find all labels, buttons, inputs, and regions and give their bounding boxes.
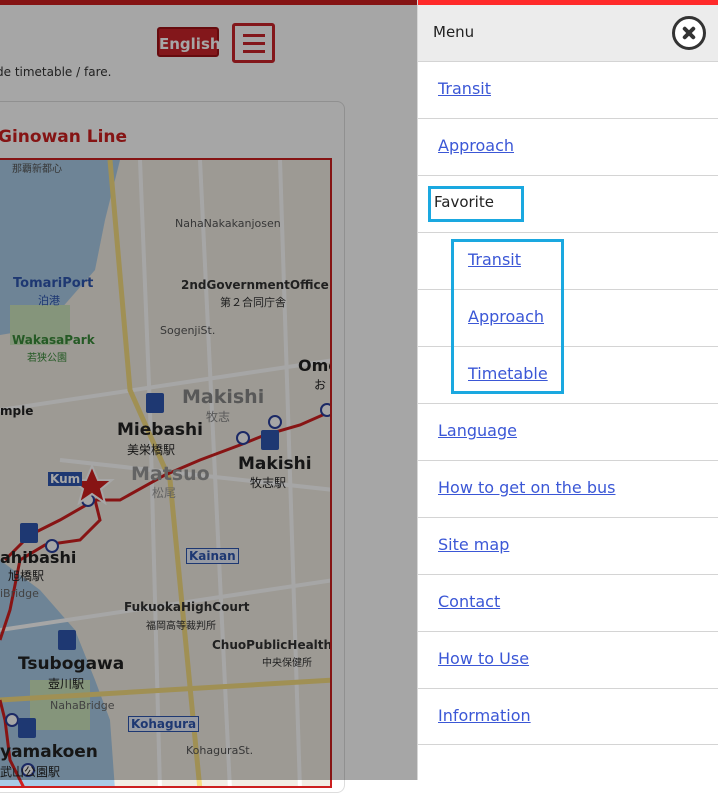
menu-item-site-map[interactable]: Site map [418,517,718,574]
menu-item-how-to-get-on[interactable]: How to get on the bus [418,460,718,517]
menu-item-transit[interactable]: Transit [418,61,718,118]
menu-link[interactable]: Transit [438,79,491,98]
menu-link[interactable]: Contact [438,592,500,611]
menu-link[interactable]: Information [438,706,531,725]
menu-link[interactable]: Site map [438,535,509,554]
overlay-scrim[interactable] [0,0,418,780]
menu-header: Menu [418,5,718,61]
menu-label-favorite: Favorite [434,193,494,211]
menu-item-language[interactable]: Language [418,403,718,460]
menu-item-information[interactable]: Information [418,688,718,745]
menu-link[interactable]: How to get on the bus [438,478,616,497]
menu-item-how-to-use[interactable]: How to Use [418,631,718,688]
menu-link[interactable]: Language [438,421,517,440]
menu-item-approach[interactable]: Approach [418,118,718,175]
menu-item-favorite[interactable]: Favorite [418,175,718,232]
close-icon[interactable] [672,16,706,50]
menu-item-contact[interactable]: Contact [418,574,718,631]
submenu-highlight-box [451,239,564,394]
menu-link[interactable]: Approach [438,136,514,155]
menu-link[interactable]: How to Use [438,649,529,668]
divider [418,744,718,745]
menu-title: Menu [433,23,475,41]
